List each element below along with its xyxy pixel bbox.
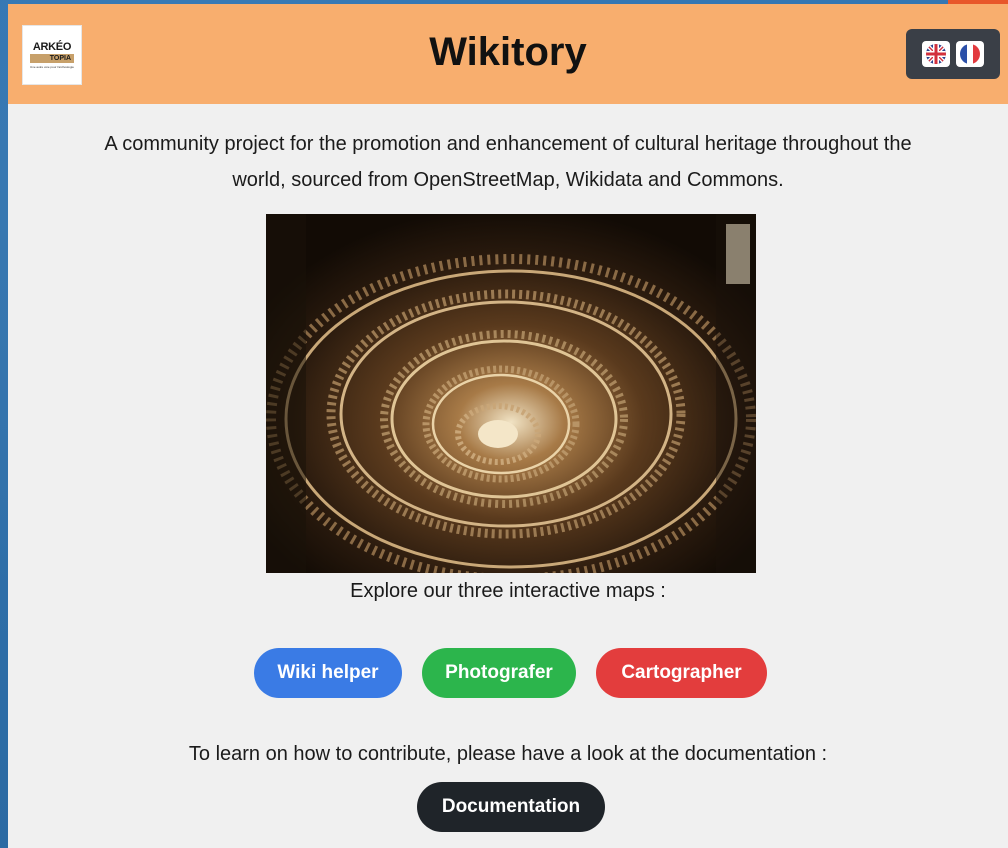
intro-line-2: world, sourced from OpenStreetMap, Wikid… bbox=[232, 169, 784, 191]
french-flag-icon[interactable] bbox=[956, 41, 984, 67]
explore-text: Explore our three interactive maps : bbox=[350, 580, 666, 602]
language-switcher bbox=[906, 29, 1000, 79]
intro-line-1: A community project for the promotion an… bbox=[104, 133, 912, 155]
intro-text: A community project for the promotion an… bbox=[28, 126, 988, 198]
contribute-text: To learn on how to contribute, please ha… bbox=[188, 743, 828, 765]
header: ARKÉO TOPIA Une autre voie pour l'archéo… bbox=[8, 4, 1008, 104]
cartographer-button[interactable]: Cartographer bbox=[596, 648, 767, 698]
spiral-staircase-photo bbox=[266, 214, 756, 573]
english-flag-icon[interactable] bbox=[922, 41, 950, 67]
photografer-button[interactable]: Photografer bbox=[422, 648, 576, 698]
main-panel: ARKÉO TOPIA Une autre voie pour l'archéo… bbox=[8, 4, 1008, 848]
documentation-button[interactable]: Documentation bbox=[417, 782, 605, 832]
wiki-helper-button[interactable]: Wiki helper bbox=[254, 648, 402, 698]
page-title: Wikitory bbox=[429, 30, 587, 74]
